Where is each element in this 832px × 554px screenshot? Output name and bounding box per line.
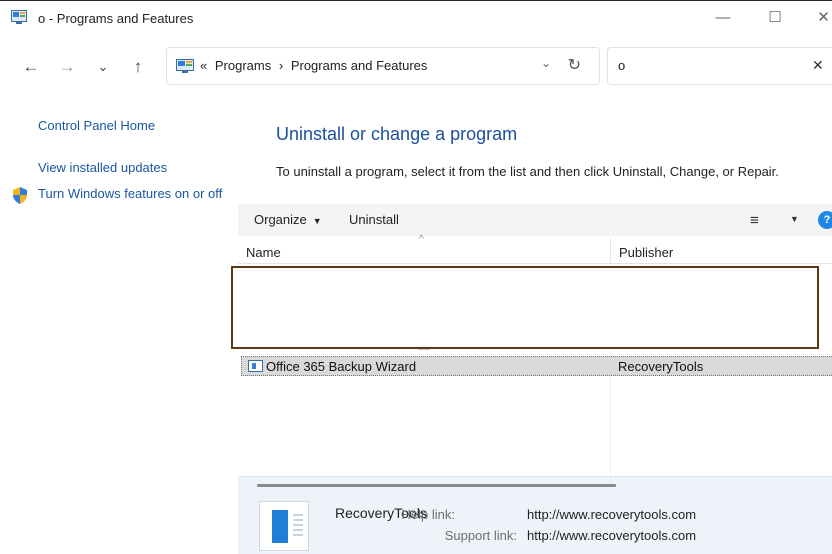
control-panel-home-link[interactable]: Control Panel Home xyxy=(38,118,155,134)
address-dropdown-icon[interactable]: ⌄ xyxy=(541,56,551,70)
page-title: Uninstall or change a program xyxy=(276,124,518,144)
search-input[interactable]: o ✕ xyxy=(607,47,832,85)
up-button[interactable]: ↑ xyxy=(127,56,149,78)
table-row[interactable]: Office 365 Backup Wizard RecoveryTools xyxy=(241,356,832,376)
caret-down-icon: ▼ xyxy=(312,216,322,226)
redaction-box xyxy=(231,266,819,349)
sort-ascending-icon: ^ xyxy=(419,234,424,245)
command-bar: Organize ▼ Uninstall ≡ ▼ ? xyxy=(238,204,832,236)
search-value: o xyxy=(618,58,626,73)
breadcrumb-separator[interactable]: › xyxy=(279,58,283,73)
recent-locations-button[interactable]: ⌄ xyxy=(92,56,114,78)
minimize-button[interactable]: — xyxy=(711,7,735,29)
uninstall-button[interactable]: Uninstall xyxy=(349,212,399,227)
breadcrumb: « Programs › Programs and Features xyxy=(200,58,431,73)
refresh-icon[interactable]: ↻ xyxy=(568,55,581,75)
program-large-icon xyxy=(259,501,309,551)
shield-icon xyxy=(13,187,27,204)
turn-windows-features-link[interactable]: Turn Windows features on or off xyxy=(38,186,228,202)
column-divider[interactable] xyxy=(610,238,611,264)
control-panel-icon xyxy=(176,59,194,73)
breadcrumb-overflow[interactable]: « xyxy=(200,58,207,73)
program-icon xyxy=(248,360,263,372)
control-panel-icon xyxy=(11,10,27,24)
support-link-value: http://www.recoverytools.com xyxy=(527,528,697,543)
maximize-button[interactable]: ☐ xyxy=(763,7,787,29)
window-title: o - Programs and Features xyxy=(38,11,194,26)
page-description: To uninstall a program, select it from t… xyxy=(276,164,779,179)
back-button[interactable]: ← xyxy=(20,56,42,78)
program-name: Office 365 Backup Wizard xyxy=(266,359,417,374)
support-link-label: Support link: xyxy=(444,528,517,543)
view-options-icon[interactable]: ≡ xyxy=(750,212,759,229)
details-pane: RecoveryTools Help link: http://www.reco… xyxy=(238,476,832,554)
help-link-value: http://www.recoverytools.com xyxy=(527,507,697,522)
view-installed-updates-link[interactable]: View installed updates xyxy=(38,160,167,176)
clear-search-icon[interactable]: ✕ xyxy=(812,57,824,74)
program-publisher: RecoveryTools xyxy=(618,359,704,374)
breadcrumb-programs-and-features[interactable]: Programs and Features xyxy=(291,58,428,73)
column-publisher-header[interactable]: Publisher xyxy=(619,245,673,260)
view-options-caret-icon[interactable]: ▼ xyxy=(790,214,799,224)
list-header: ^ Name Publisher xyxy=(238,234,832,264)
organize-button[interactable]: Organize ▼ xyxy=(254,212,322,227)
column-name-header[interactable]: Name xyxy=(246,245,281,260)
breadcrumb-programs[interactable]: Programs xyxy=(215,58,271,73)
close-button[interactable]: ✕ xyxy=(815,7,832,29)
title-bar: o - Programs and Features — ☐ ✕ xyxy=(0,0,832,36)
address-bar[interactable]: « Programs › Programs and Features ⌄ ↻ xyxy=(166,47,600,85)
organize-label: Organize xyxy=(254,212,307,227)
forward-button[interactable]: → xyxy=(56,56,78,78)
help-icon[interactable]: ? xyxy=(818,211,832,229)
pane-splitter[interactable] xyxy=(257,484,616,487)
help-link-label: Help link: xyxy=(401,507,455,522)
